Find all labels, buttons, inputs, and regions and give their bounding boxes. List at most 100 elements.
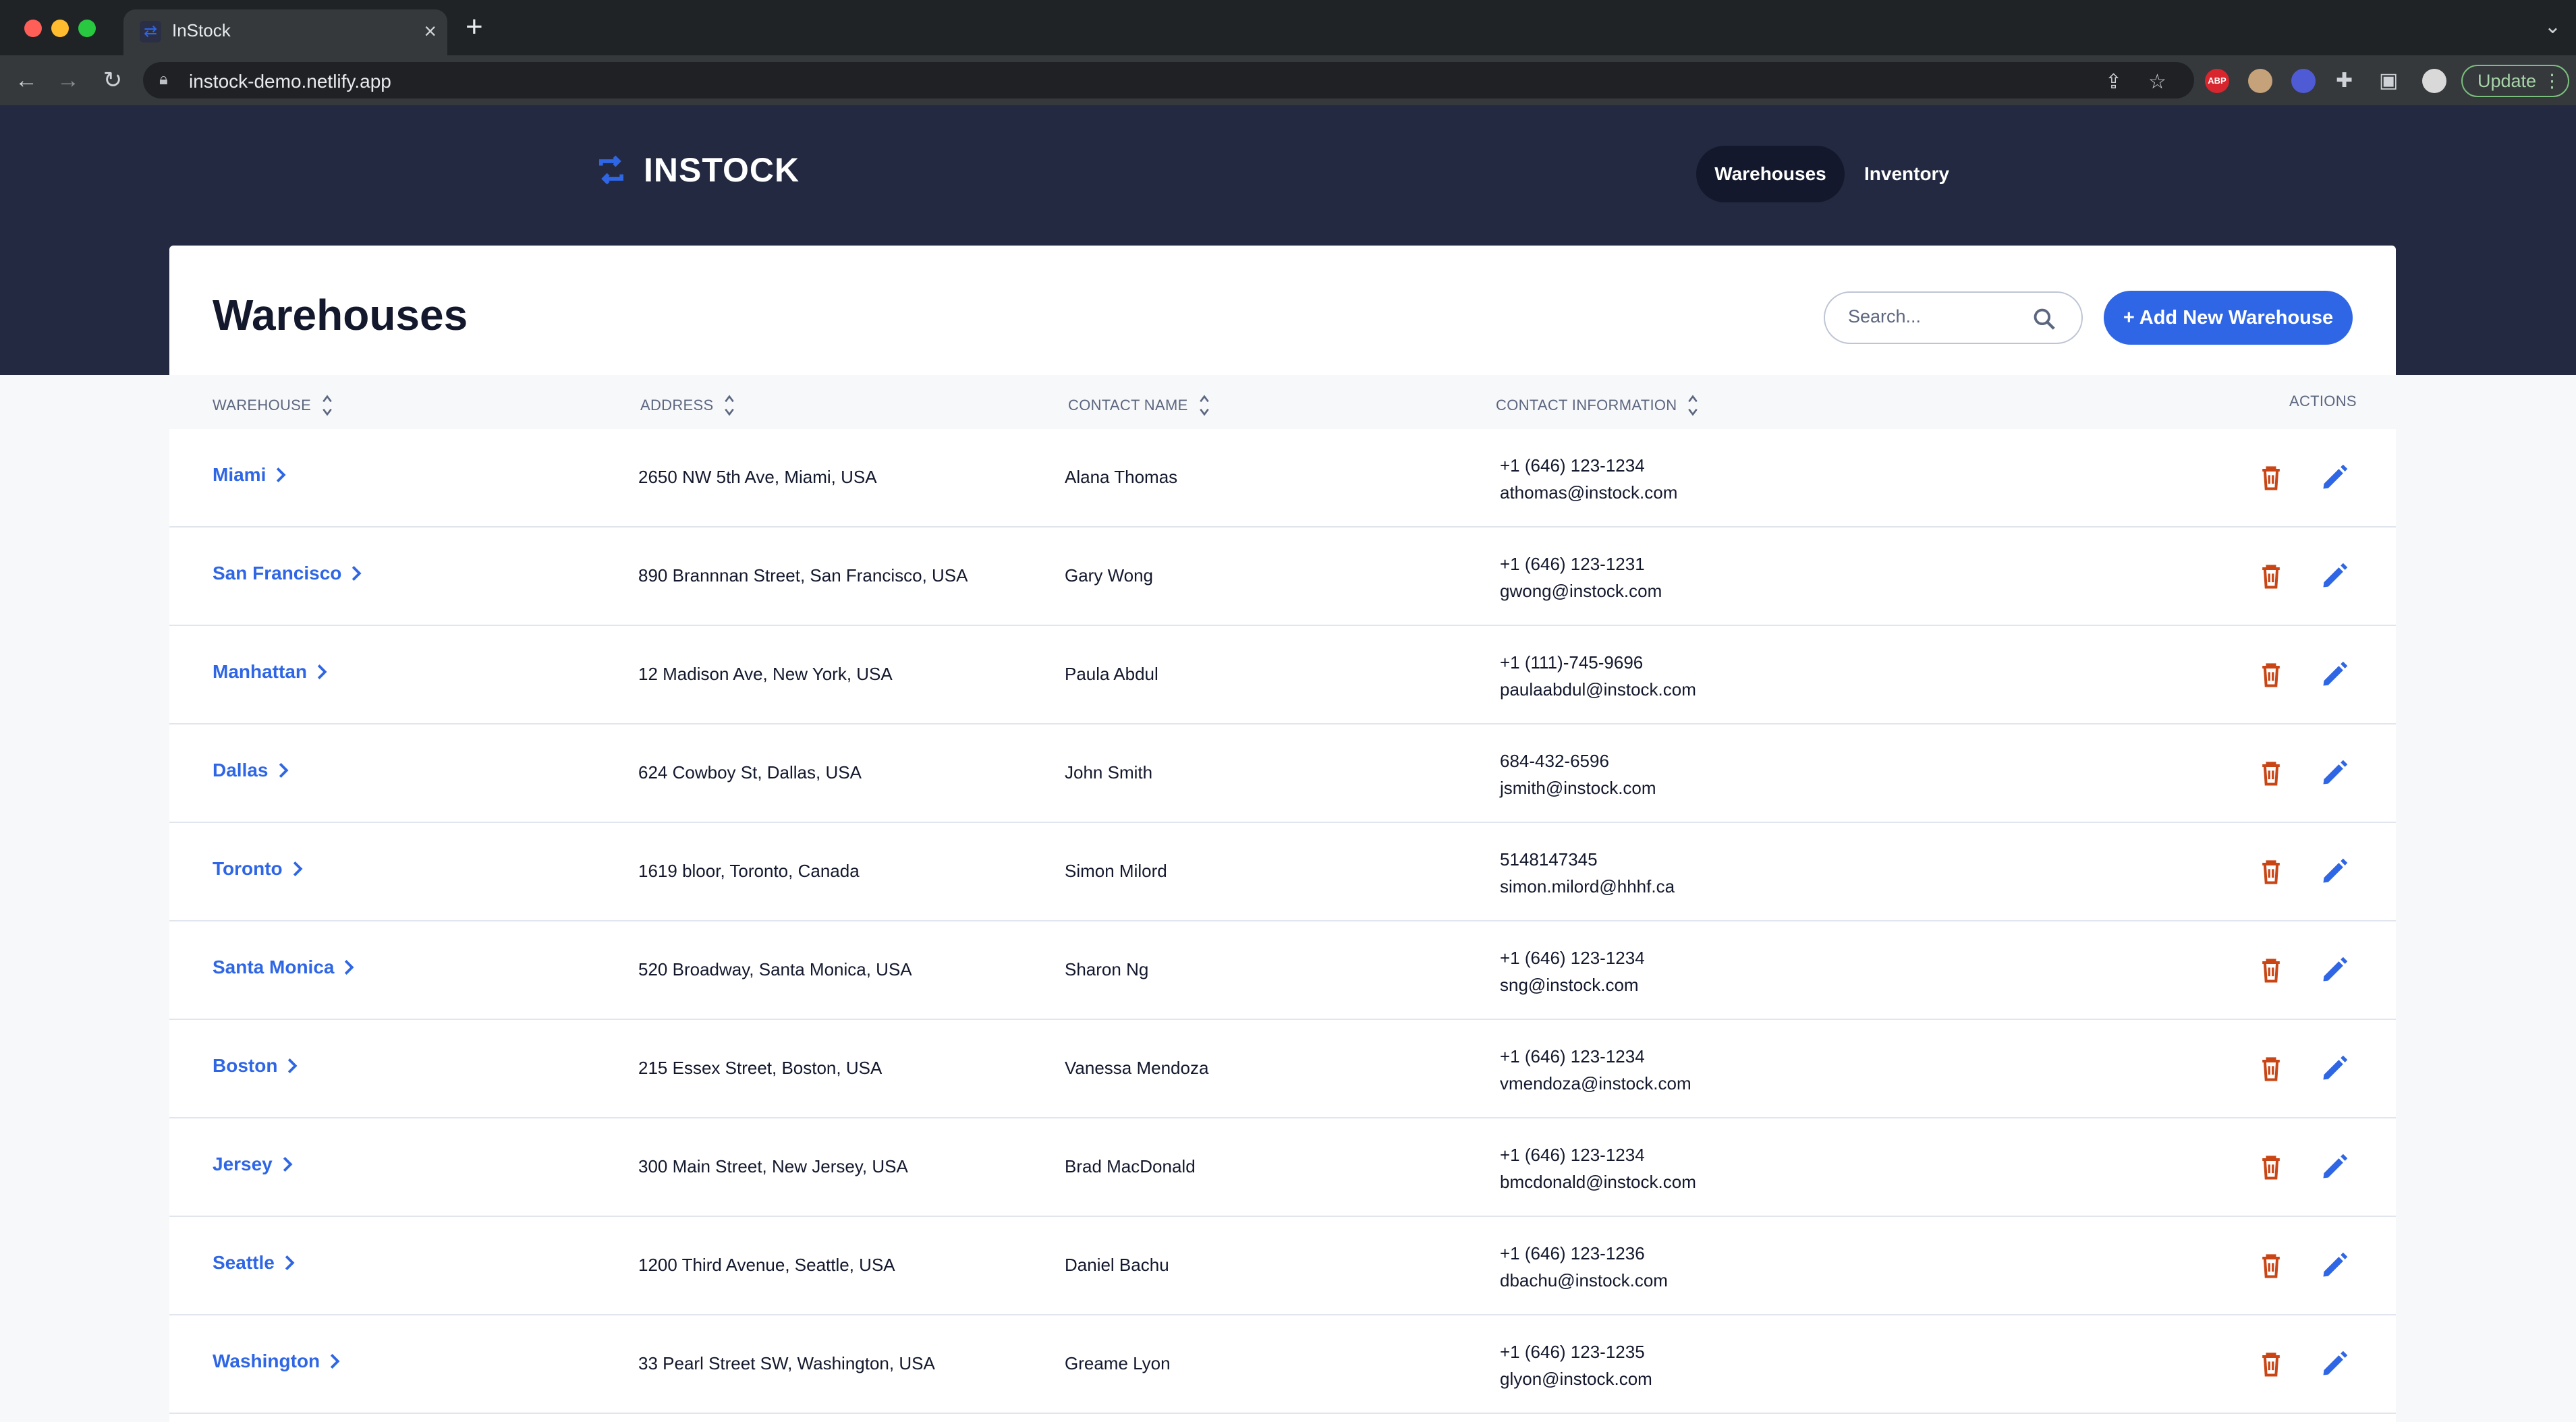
- table-row: Seattle 1200 Third Avenue, Seattle, USA …: [169, 1217, 2396, 1315]
- adblock-extension-icon[interactable]: ABP: [2205, 69, 2229, 93]
- warehouse-address: 300 Main Street, New Jersey, USA: [638, 1156, 908, 1176]
- table-row: Washington 33 Pearl Street SW, Washingto…: [169, 1315, 2396, 1414]
- chevron-right-icon: [288, 1058, 298, 1073]
- delete-icon[interactable]: [2256, 955, 2286, 985]
- delete-icon[interactable]: [2256, 463, 2286, 492]
- header-contact-name[interactable]: CONTACT NAME: [1068, 393, 1211, 418]
- nav-warehouses[interactable]: Warehouses: [1696, 146, 1845, 202]
- browser-tab-bar: ⇄ InStock × + ⌄: [0, 0, 2576, 55]
- edit-icon[interactable]: [2320, 463, 2349, 492]
- forward-icon[interactable]: →: [53, 65, 84, 96]
- chevron-right-icon: [317, 664, 327, 679]
- back-icon[interactable]: ←: [11, 65, 42, 96]
- url-text: instock-demo.netlify.app: [189, 71, 391, 92]
- contact-name: Brad MacDonald: [1065, 1156, 1196, 1176]
- delete-icon[interactable]: [2256, 1054, 2286, 1083]
- delete-icon[interactable]: [2256, 1152, 2286, 1182]
- delete-icon[interactable]: [2256, 758, 2286, 788]
- sort-icon[interactable]: [1686, 393, 1700, 418]
- tab-search-chevron-icon[interactable]: ⌄: [2544, 15, 2561, 38]
- sort-icon[interactable]: [1198, 393, 1211, 418]
- menu-dots-icon: ⋮: [2543, 71, 2561, 91]
- warehouse-name: Miami: [213, 464, 267, 485]
- close-window-button[interactable]: [24, 20, 42, 37]
- search-icon[interactable]: [2032, 306, 2057, 332]
- browser-tab[interactable]: ⇄ InStock ×: [123, 9, 447, 55]
- sort-icon[interactable]: [723, 393, 736, 418]
- warehouse-link[interactable]: Toronto: [213, 858, 303, 880]
- bookmark-star-icon[interactable]: ☆: [2148, 70, 2166, 94]
- share-icon[interactable]: ⇪: [2105, 70, 2122, 94]
- warehouse-name: Jersey: [213, 1154, 273, 1174]
- update-button[interactable]: Update ⋮: [2461, 65, 2569, 97]
- contact-email: athomas@instock.com: [1500, 482, 1678, 503]
- header-warehouse[interactable]: WAREHOUSE: [213, 393, 334, 418]
- maximize-window-button[interactable]: [78, 20, 96, 37]
- warehouse-link[interactable]: Dallas: [213, 760, 289, 781]
- contact-email: jsmith@instock.com: [1500, 778, 1656, 798]
- header-contact-info[interactable]: CONTACT INFORMATION: [1496, 393, 1700, 418]
- chevron-right-icon: [283, 1157, 293, 1172]
- edit-icon[interactable]: [2320, 758, 2349, 788]
- contact-phone: 684-432-6596: [1500, 751, 1609, 771]
- warehouse-link[interactable]: San Francisco: [213, 563, 362, 584]
- contact-phone: 5148147345: [1500, 849, 1598, 870]
- side-panel-icon[interactable]: ▣: [2379, 69, 2398, 92]
- edit-icon[interactable]: [2320, 561, 2349, 591]
- delete-icon[interactable]: [2256, 1349, 2286, 1379]
- contact-email: bmcdonald@instock.com: [1500, 1172, 1696, 1192]
- warehouse-link[interactable]: Seattle: [213, 1252, 295, 1274]
- search-input[interactable]: [1848, 306, 2037, 327]
- add-warehouse-button[interactable]: + Add New Warehouse: [2104, 291, 2353, 345]
- header-contact-name-label: CONTACT NAME: [1068, 397, 1188, 414]
- header-address[interactable]: ADDRESS: [640, 393, 736, 418]
- delete-icon[interactable]: [2256, 561, 2286, 591]
- header-warehouse-label: WAREHOUSE: [213, 397, 312, 414]
- search-box[interactable]: [1824, 291, 2083, 344]
- warehouse-link[interactable]: Miami: [213, 464, 286, 486]
- extension-owl-icon[interactable]: [2248, 69, 2272, 93]
- reload-icon[interactable]: ↻: [97, 65, 128, 96]
- edit-icon[interactable]: [2320, 1251, 2349, 1280]
- contact-phone: +1 (646) 123-1234: [1500, 948, 1645, 968]
- edit-icon[interactable]: [2320, 1349, 2349, 1379]
- edit-icon[interactable]: [2320, 1054, 2349, 1083]
- warehouse-name: Manhattan: [213, 661, 307, 682]
- contact-email: gwong@instock.com: [1500, 581, 1662, 601]
- extension-gear-icon[interactable]: [2291, 69, 2316, 93]
- edit-icon[interactable]: [2320, 955, 2349, 985]
- delete-icon[interactable]: [2256, 857, 2286, 886]
- lock-icon: 🔒︎: [159, 70, 168, 88]
- contact-name: Simon Milord: [1065, 861, 1167, 881]
- profile-avatar[interactable]: [2422, 69, 2446, 93]
- header-address-label: ADDRESS: [640, 397, 714, 414]
- edit-icon[interactable]: [2320, 857, 2349, 886]
- edit-icon[interactable]: [2320, 660, 2349, 689]
- new-tab-icon[interactable]: +: [466, 12, 483, 42]
- warehouse-link[interactable]: Manhattan: [213, 661, 327, 683]
- tab-close-icon[interactable]: ×: [424, 18, 437, 45]
- sort-icon[interactable]: [320, 393, 334, 418]
- address-bar[interactable]: 🔒︎ instock-demo.netlify.app ⇪ ☆: [143, 62, 2194, 98]
- table-header: WAREHOUSE ADDRESS CONTACT NAME CONTACT I…: [169, 375, 2396, 429]
- warehouse-link[interactable]: Jersey: [213, 1154, 293, 1175]
- warehouse-link[interactable]: Washington: [213, 1350, 340, 1372]
- contact-info: +1 (646) 123-1236 dbachu@instock.com: [1500, 1240, 1668, 1294]
- delete-icon[interactable]: [2256, 660, 2286, 689]
- warehouse-address: 624 Cowboy St, Dallas, USA: [638, 762, 862, 783]
- contact-info: +1 (646) 123-1234 bmcdonald@instock.com: [1500, 1141, 1696, 1195]
- warehouse-link[interactable]: Santa Monica: [213, 957, 354, 978]
- contact-info: +1 (646) 123-1234 vmendoza@instock.com: [1500, 1043, 1691, 1097]
- logo[interactable]: INSTOCK: [594, 150, 800, 190]
- contact-name: Alana Thomas: [1065, 467, 1178, 487]
- minimize-window-button[interactable]: [51, 20, 69, 37]
- nav-inventory[interactable]: Inventory: [1853, 146, 1961, 202]
- edit-icon[interactable]: [2320, 1152, 2349, 1182]
- warehouse-link[interactable]: Boston: [213, 1055, 298, 1077]
- contact-email: dbachu@instock.com: [1500, 1270, 1668, 1290]
- contact-name: Paula Abdul: [1065, 664, 1158, 684]
- table-row: Toronto 1619 bloor, Toronto, Canada Simo…: [169, 823, 2396, 921]
- chevron-right-icon: [345, 960, 354, 975]
- extensions-puzzle-icon[interactable]: ✚: [2336, 69, 2353, 92]
- delete-icon[interactable]: [2256, 1251, 2286, 1280]
